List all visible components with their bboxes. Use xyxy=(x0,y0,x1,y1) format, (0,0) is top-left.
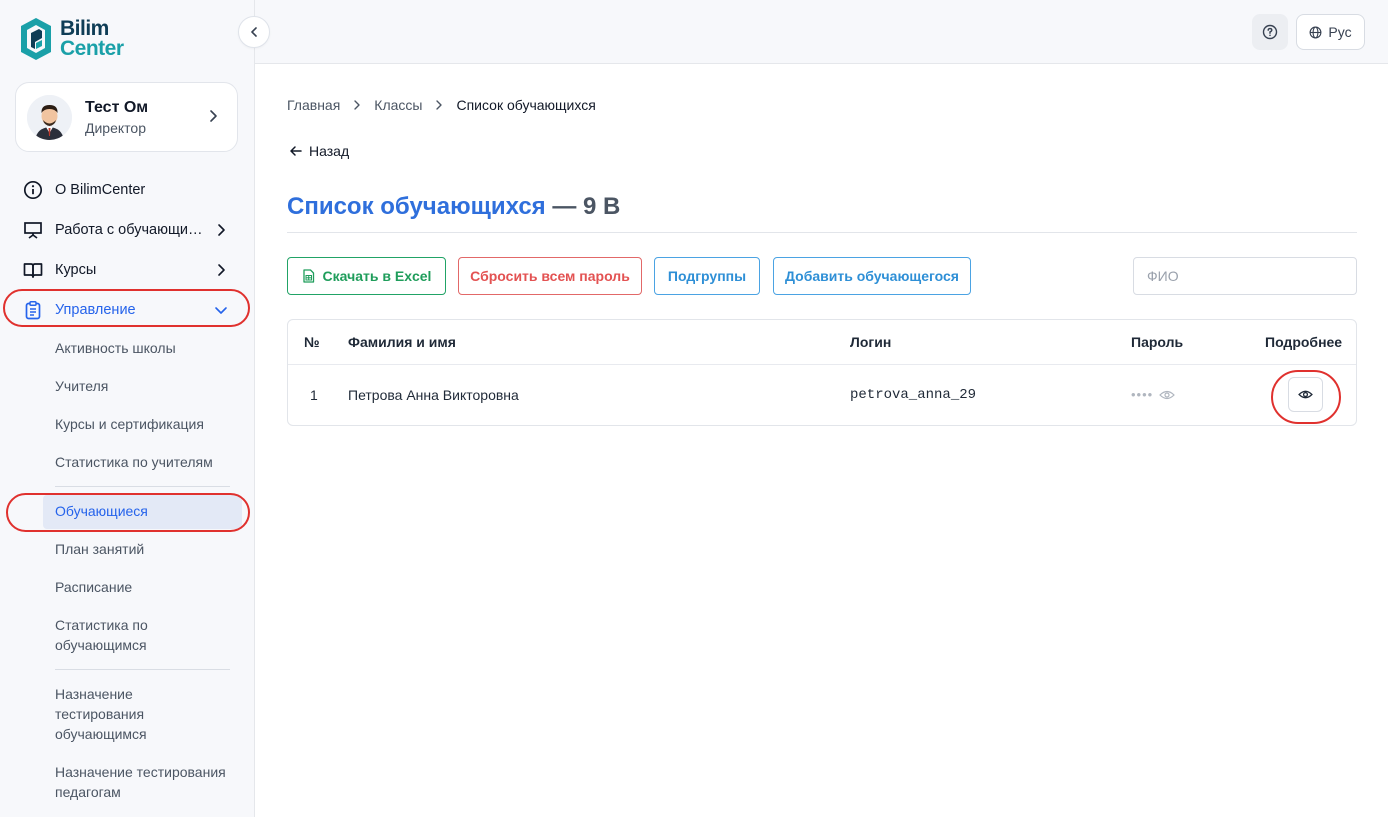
presentation-icon xyxy=(22,219,44,241)
row-password: •••• xyxy=(1131,387,1176,402)
breadcrumb-classes[interactable]: Классы xyxy=(374,97,422,113)
breadcrumb-home[interactable]: Главная xyxy=(287,97,340,113)
logo-text-line2: Center xyxy=(60,37,124,60)
book-open-icon xyxy=(22,259,44,281)
chevron-right-icon xyxy=(210,110,217,122)
page-title: Список обучающихся — 9 В xyxy=(287,193,620,221)
submenu-item-schedule[interactable]: Расписание xyxy=(55,577,235,597)
column-header-password: Пароль xyxy=(1131,334,1184,350)
column-header-login: Логин xyxy=(850,334,892,350)
subgroups-button[interactable]: Подгруппы xyxy=(654,257,760,295)
submenu-divider xyxy=(55,669,230,670)
submenu-item-assign-tests-students[interactable]: Назначение тестирования обучающимся xyxy=(55,684,195,744)
chevron-down-icon xyxy=(215,307,227,314)
show-password-icon[interactable] xyxy=(1159,389,1176,401)
chevron-left-icon xyxy=(251,27,257,37)
avatar xyxy=(27,94,72,140)
arrow-left-icon xyxy=(290,146,302,156)
row-number: 1 xyxy=(310,387,318,403)
add-student-button[interactable]: Добавить обучающегося xyxy=(773,257,971,295)
row-full-name: Петрова Анна Викторовна xyxy=(348,387,519,403)
profile-name: Тест Ом xyxy=(85,98,149,116)
title-divider xyxy=(287,232,1357,233)
nav-item-management[interactable]: Управление xyxy=(22,295,232,325)
reset-all-passwords-button[interactable]: Сбросить всем пароль xyxy=(458,257,642,295)
chevron-right-icon xyxy=(434,100,444,110)
nav-label-about: О BilimCenter xyxy=(55,182,146,198)
table-header: № Фамилия и имя Логин Пароль Подробнее xyxy=(288,320,1356,365)
submenu-divider xyxy=(55,486,230,487)
submenu-item-courses-certification[interactable]: Курсы и сертификация xyxy=(55,414,235,434)
logo-icon xyxy=(21,18,51,60)
chevron-right-icon xyxy=(218,224,225,236)
download-excel-button[interactable]: Скачать в Excel xyxy=(287,257,446,295)
help-button[interactable] xyxy=(1252,14,1288,50)
back-link[interactable]: Назад xyxy=(289,143,349,159)
breadcrumb: Главная Классы Список обучающихся xyxy=(287,97,596,113)
sidebar: Bilim Center Тест Ом Директор О BilimCen xyxy=(0,0,255,817)
column-header-number: № xyxy=(304,334,320,350)
row-login: petrova_anna_29 xyxy=(850,387,977,403)
submenu-item-teacher-stats[interactable]: Статистика по учителям xyxy=(55,452,235,472)
nav-label-students-work: Работа с обучающимися xyxy=(55,222,205,238)
profile-card[interactable]: Тест Ом Директор xyxy=(15,82,238,152)
eye-icon xyxy=(1298,390,1313,399)
sidebar-collapse-button[interactable] xyxy=(238,16,270,48)
download-excel-label: Скачать в Excel xyxy=(322,268,432,284)
submenu-item-school-activity[interactable]: Активность школы xyxy=(55,338,235,358)
language-button[interactable]: Рус xyxy=(1296,14,1365,50)
page-title-main: Список обучающихся xyxy=(287,193,546,220)
breadcrumb-current: Список обучающихся xyxy=(456,97,596,113)
view-details-button[interactable] xyxy=(1288,377,1323,412)
search-input[interactable] xyxy=(1133,257,1357,295)
logo[interactable]: Bilim Center xyxy=(18,16,124,62)
nav-label-management: Управление xyxy=(55,302,136,318)
submenu-item-student-stats[interactable]: Статистика по обучающимся xyxy=(55,615,195,655)
nav-item-about[interactable]: О BilimCenter xyxy=(22,175,232,205)
chevron-right-icon xyxy=(352,100,362,110)
column-header-details: Подробнее xyxy=(1265,334,1343,350)
students-table: № Фамилия и имя Логин Пароль Подробнее 1… xyxy=(287,319,1357,426)
globe-icon xyxy=(1309,26,1322,38)
page-title-class: — 9 В xyxy=(552,193,621,220)
submenu-item-teachers[interactable]: Учителя xyxy=(55,376,235,396)
submenu-item-assign-tests-teachers[interactable]: Назначение тестирования педагогам xyxy=(55,762,235,802)
spreadsheet-icon xyxy=(302,269,314,283)
submenu-item-students[interactable]: Обучающиеся xyxy=(55,501,235,521)
nav-item-students-work[interactable]: Работа с обучающимися xyxy=(22,215,232,245)
chevron-right-icon xyxy=(218,264,225,276)
column-header-name: Фамилия и имя xyxy=(348,334,456,350)
profile-role: Директор xyxy=(85,119,146,136)
language-label: Рус xyxy=(1328,24,1352,40)
help-icon xyxy=(1262,24,1278,40)
topbar: Рус xyxy=(255,0,1388,64)
submenu-item-lesson-plan[interactable]: План занятий xyxy=(55,539,235,559)
clipboard-icon xyxy=(22,299,44,321)
nav-item-courses[interactable]: Курсы xyxy=(22,255,232,285)
logo-text-line1: Bilim xyxy=(60,17,109,40)
nav-label-courses: Курсы xyxy=(55,262,97,278)
password-mask: •••• xyxy=(1131,387,1154,402)
back-label: Назад xyxy=(309,143,350,159)
info-icon xyxy=(22,179,44,201)
